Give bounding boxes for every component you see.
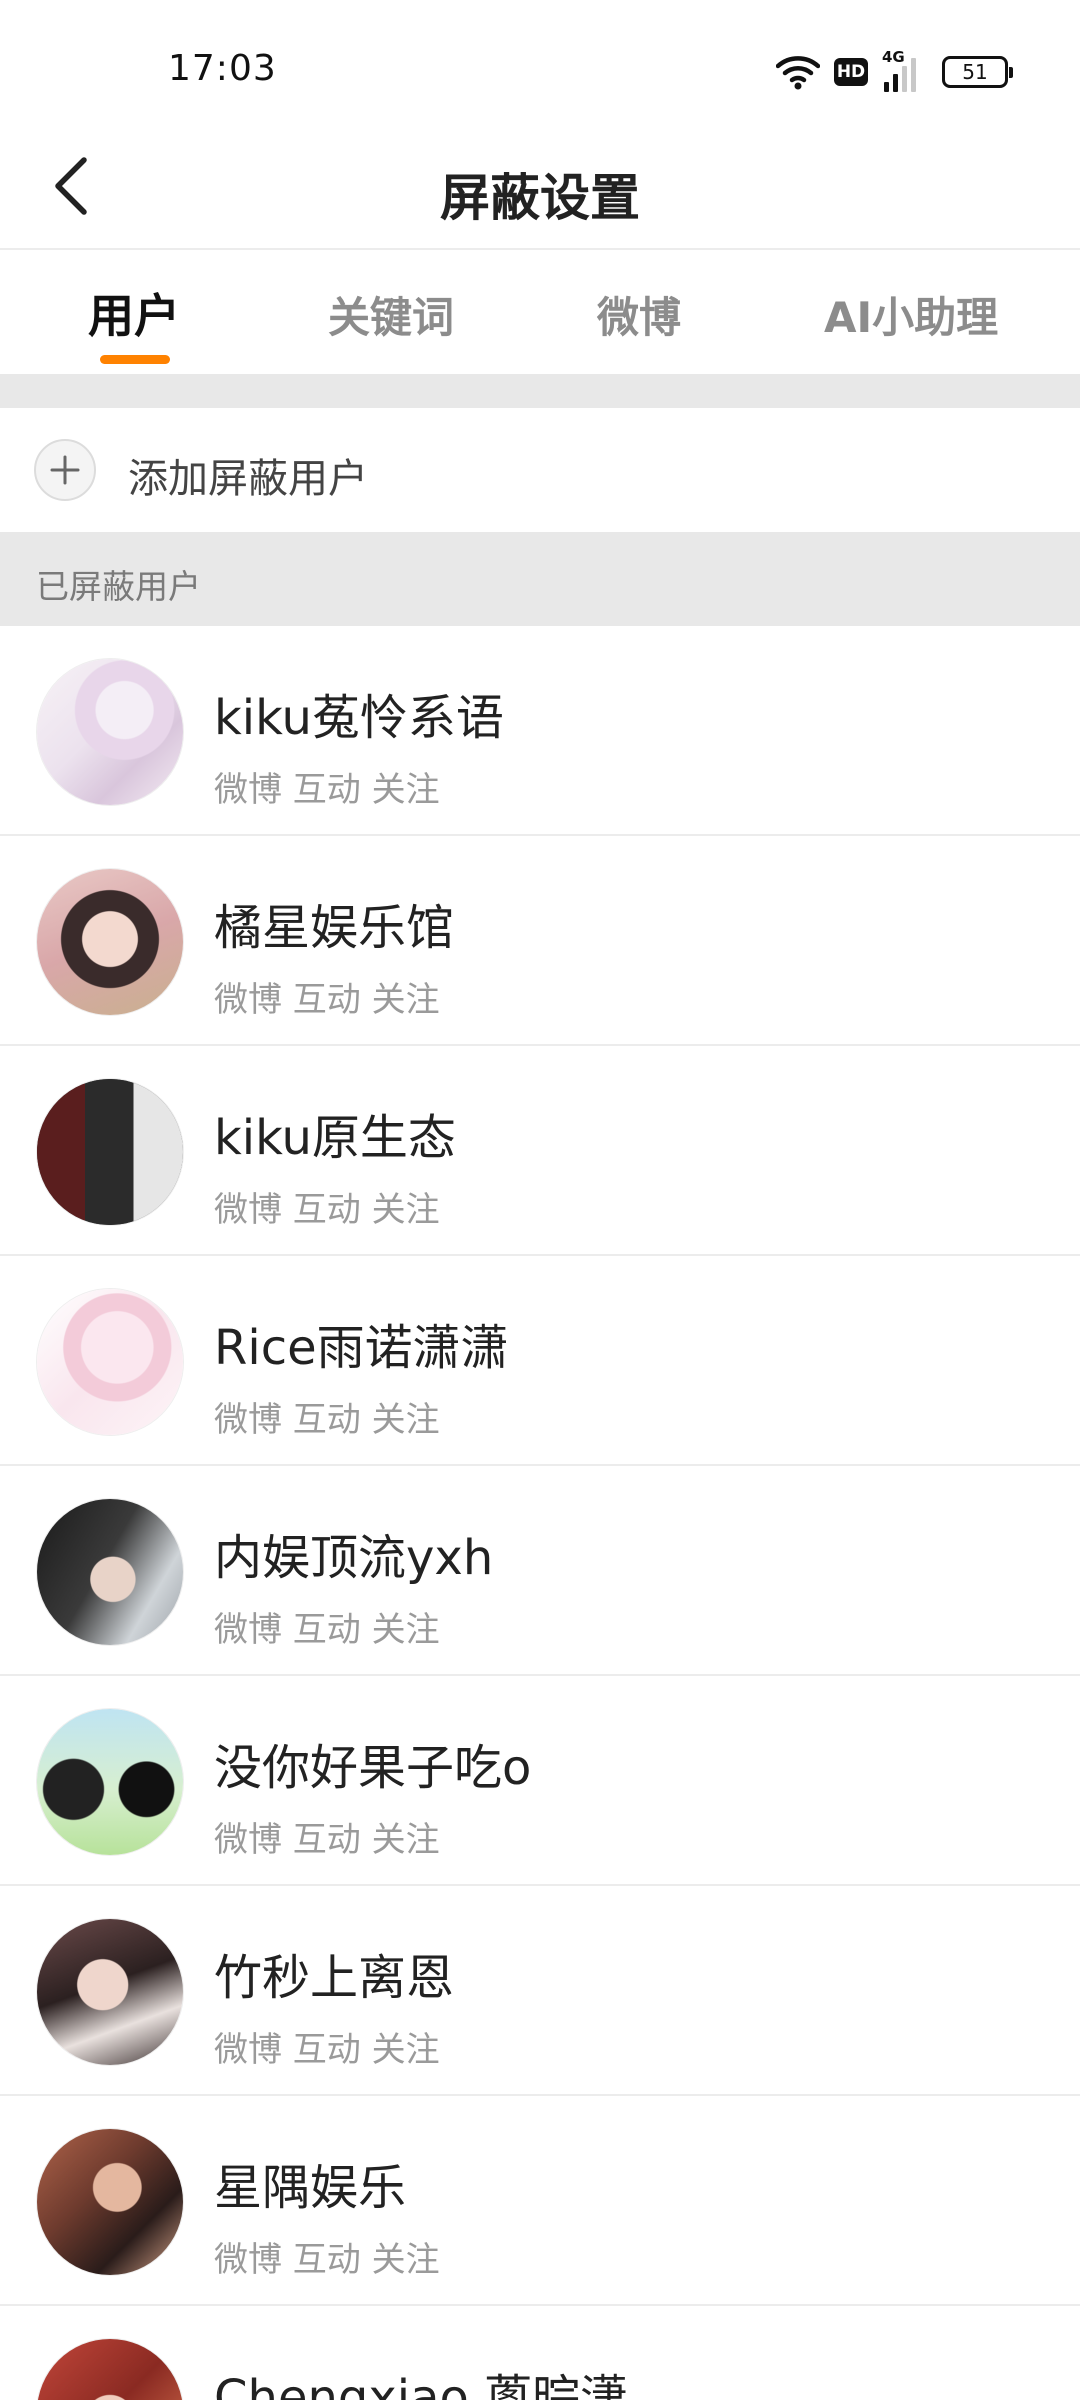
tab-weibo[interactable]: 微博: [597, 284, 681, 345]
user-name: 内娱顶流yxh: [214, 1530, 494, 1586]
hd-icon: HD: [834, 58, 868, 86]
active-tab-indicator: [100, 355, 170, 364]
avatar[interactable]: [36, 1078, 184, 1226]
tab-users[interactable]: 用户: [88, 280, 180, 346]
user-meta: 微博 互动 关注: [214, 980, 440, 1020]
user-meta: 微博 互动 关注: [214, 1820, 440, 1860]
add-blocked-user-label: 添加屏蔽用户: [128, 456, 368, 502]
screen: 17:03 HD 4G 51 屏蔽设置 用户 关键词 微博 AI小助理 添加屏蔽…: [0, 0, 1080, 2400]
user-name: Rice雨诺潇潇: [214, 1320, 509, 1376]
battery-level: 51: [962, 60, 988, 84]
avatar[interactable]: [36, 1708, 184, 1856]
page-title: 屏蔽设置: [440, 169, 640, 227]
list-item[interactable]: kiku菟怜系语 微博 互动 关注: [0, 626, 1080, 836]
user-name: 星隅娱乐: [214, 2160, 407, 2216]
user-meta: 微博 互动 关注: [214, 2030, 440, 2070]
avatar[interactable]: [36, 2338, 184, 2400]
section-header: 已屏蔽用户: [0, 532, 1080, 626]
user-name: 没你好果子吃o: [214, 1740, 532, 1796]
user-meta: 微博 互动 关注: [214, 2240, 440, 2280]
user-name: Chengxiao 蔥晥潇: [214, 2370, 629, 2400]
tab-ai-assistant[interactable]: AI小助理: [824, 284, 998, 345]
user-name: kiku原生态: [214, 1110, 456, 1166]
user-meta: 微博 互动 关注: [214, 770, 440, 810]
tab-keywords[interactable]: 关键词: [328, 284, 454, 345]
list-item[interactable]: Rice雨诺潇潇 微博 互动 关注: [0, 1256, 1080, 1466]
blocked-user-list: kiku菟怜系语 微博 互动 关注 橘星娱乐馆 微博 互动 关注 kiku原生态…: [0, 626, 1080, 2400]
wifi-icon: [776, 54, 820, 90]
avatar[interactable]: [36, 1498, 184, 1646]
avatar[interactable]: [36, 2128, 184, 2276]
user-name: 橘星娱乐馆: [214, 900, 455, 956]
plus-icon: [34, 439, 96, 501]
signal-icon: 4G: [882, 48, 928, 92]
tab-bar: 用户 关键词 微博 AI小助理: [0, 252, 1080, 374]
divider-band: [0, 374, 1080, 408]
list-item[interactable]: kiku原生态 微博 互动 关注: [0, 1046, 1080, 1256]
nav-bar: 屏蔽设置: [0, 130, 1080, 250]
user-meta: 微博 互动 关注: [214, 1400, 440, 1440]
avatar[interactable]: [36, 658, 184, 806]
avatar[interactable]: [36, 1918, 184, 2066]
add-blocked-user-button[interactable]: 添加屏蔽用户: [0, 408, 1080, 532]
status-bar: 17:03 HD 4G 51: [0, 0, 1080, 120]
user-meta: 微博 互动 关注: [214, 1610, 440, 1650]
battery-icon: 51: [942, 56, 1013, 88]
status-icons: HD 4G 51: [776, 48, 1013, 94]
user-name: 竹秒上离恩: [214, 1950, 455, 2006]
list-item[interactable]: 橘星娱乐馆 微博 互动 关注: [0, 836, 1080, 1046]
list-item[interactable]: 星隅娱乐 微博 互动 关注: [0, 2096, 1080, 2306]
status-time: 17:03: [168, 48, 277, 89]
avatar[interactable]: [36, 1288, 184, 1436]
list-item[interactable]: 竹秒上离恩 微博 互动 关注: [0, 1886, 1080, 2096]
list-item[interactable]: 没你好果子吃o 微博 互动 关注: [0, 1676, 1080, 1886]
user-meta: 微博 互动 关注: [214, 1190, 440, 1230]
avatar[interactable]: [36, 868, 184, 1016]
signal-bars: [884, 58, 916, 92]
section-title: 已屏蔽用户: [36, 567, 201, 606]
list-item[interactable]: 内娱顶流yxh 微博 互动 关注: [0, 1466, 1080, 1676]
list-item[interactable]: Chengxiao 蔥晥潇: [0, 2306, 1080, 2400]
user-name: kiku菟怜系语: [214, 690, 504, 746]
